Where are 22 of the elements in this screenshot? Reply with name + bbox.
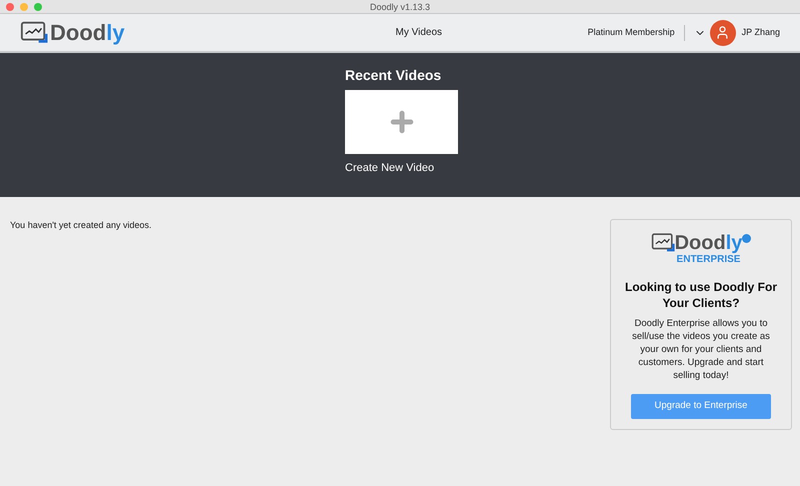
empty-message: You haven't yet created any videos. [10, 219, 152, 232]
user-name: JP Zhang [742, 26, 780, 39]
logo-text: Doodly [674, 232, 742, 254]
create-video-tile[interactable] [345, 90, 458, 154]
create-video-label: Create New Video [345, 161, 436, 176]
close-window-button[interactable] [6, 2, 14, 10]
logo-subtitle: ENTERPRISE [676, 254, 740, 265]
zoom-window-button[interactable] [34, 2, 42, 10]
membership-label: Platinum Membership [588, 26, 675, 39]
badge-icon [742, 234, 752, 243]
promo-heading: Looking to use Doodly For Your Clients? [624, 279, 778, 311]
board-icon [20, 20, 48, 46]
section-title: Recent Videos [345, 66, 442, 84]
user-icon [715, 25, 730, 40]
promo-text: Doodly Enterprise allows you to sell/use the videos you create as your own for your clients and customers. Upgrade and start selling today! [631, 317, 771, 382]
logo-text: Doodly [50, 19, 125, 47]
board-icon [650, 232, 675, 254]
doodly-logo[interactable]: Doodly [20, 16, 130, 49]
avatar[interactable] [710, 20, 736, 46]
my-videos-tab[interactable]: My Videos [396, 25, 442, 40]
window-title: Doodly v1.13.3 [368, 0, 432, 14]
minimize-window-button[interactable] [20, 2, 28, 10]
